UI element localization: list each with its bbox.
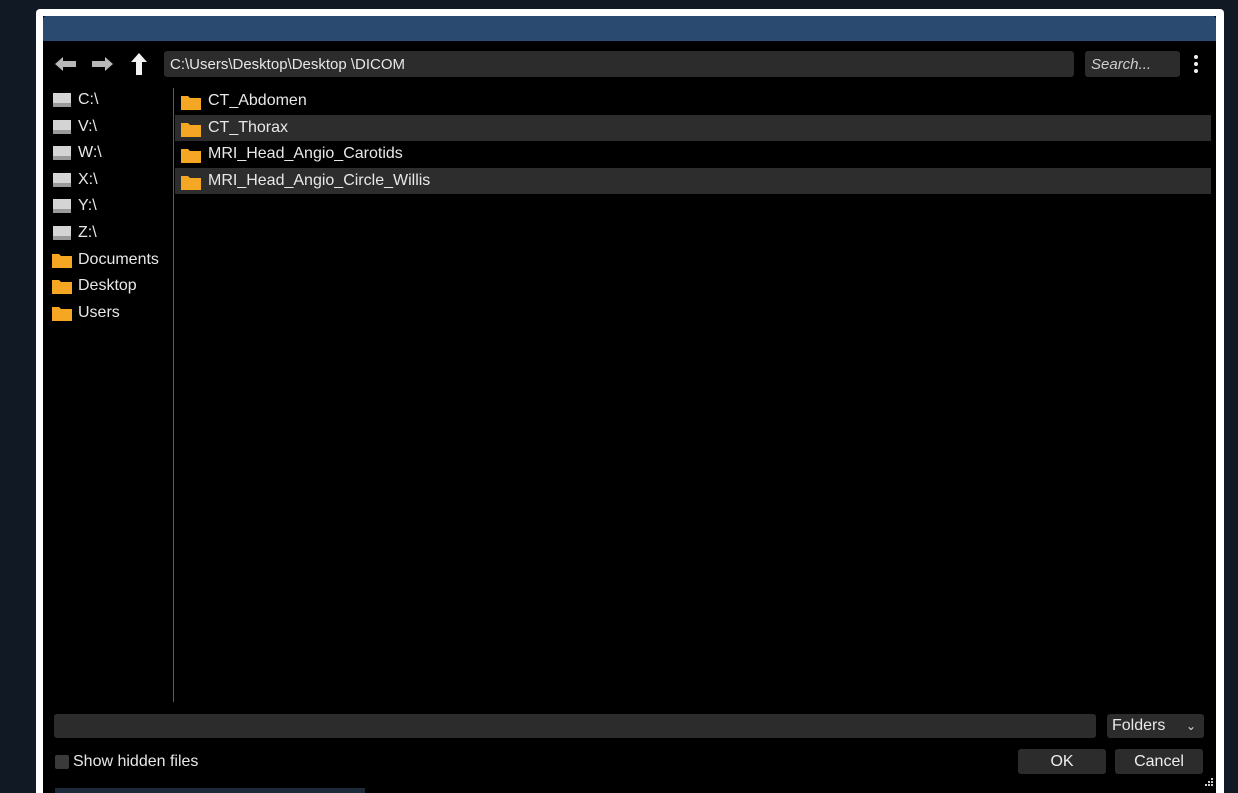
forward-arrow-icon[interactable] bbox=[90, 54, 114, 74]
sidebar-item-label: Z:\ bbox=[78, 224, 97, 241]
sidebar-item-label: C:\ bbox=[78, 91, 99, 108]
ok-button[interactable]: OK bbox=[1018, 749, 1106, 774]
sidebar-item-x-drive[interactable]: X:\ bbox=[52, 168, 172, 192]
sidebar-item-z-drive[interactable]: Z:\ bbox=[52, 221, 172, 245]
toolbar: C:\Users\Desktop\Desktop \DICOM bbox=[43, 50, 1216, 78]
drive-icon bbox=[52, 225, 72, 241]
cancel-button[interactable]: Cancel bbox=[1115, 749, 1203, 774]
pane-divider[interactable] bbox=[173, 88, 174, 702]
file-list: CT_Abdomen CT_Thorax MRI_Head_Angio_Caro… bbox=[175, 88, 1211, 700]
show-hidden-label[interactable]: Show hidden files bbox=[73, 751, 198, 773]
horizontal-scrollbar[interactable] bbox=[55, 788, 365, 793]
file-type-select[interactable]: Folders ⌄ bbox=[1107, 714, 1204, 738]
folder-icon bbox=[52, 278, 72, 295]
chevron-down-icon: ⌄ bbox=[1185, 719, 1196, 733]
file-row-mri-head-angio-carotids[interactable]: MRI_Head_Angio_Carotids bbox=[175, 141, 1211, 167]
sidebar-item-y-drive[interactable]: Y:\ bbox=[52, 194, 172, 218]
drive-icon bbox=[52, 198, 72, 214]
drive-icon bbox=[52, 145, 72, 161]
folder-icon bbox=[181, 120, 201, 137]
sidebar-item-users[interactable]: Users bbox=[52, 301, 172, 325]
sidebar-item-documents[interactable]: Documents bbox=[52, 248, 172, 272]
file-type-selected: Folders bbox=[1112, 717, 1166, 734]
file-name: MRI_Head_Angio_Carotids bbox=[208, 145, 403, 163]
kebab-menu-icon[interactable] bbox=[1189, 52, 1203, 76]
file-dialog: C:\Users\Desktop\Desktop \DICOM C:\ V:\ … bbox=[43, 16, 1216, 793]
file-row-ct-abdomen[interactable]: CT_Abdomen bbox=[175, 88, 1211, 114]
drive-icon bbox=[52, 119, 72, 135]
resize-grip-icon[interactable] bbox=[1202, 776, 1214, 788]
sidebar-item-label: W:\ bbox=[78, 144, 102, 162]
folder-icon bbox=[52, 252, 72, 268]
sidebar-item-label: Users bbox=[78, 303, 120, 321]
sidebar-item-c-drive[interactable]: C:\ bbox=[52, 88, 172, 112]
sidebar-item-label: X:\ bbox=[78, 170, 98, 188]
back-arrow-icon[interactable] bbox=[54, 54, 78, 74]
folder-icon bbox=[181, 146, 201, 164]
file-name: MRI_Head_Angio_Circle_Willis bbox=[208, 171, 431, 189]
sidebar-item-label: Y:\ bbox=[78, 197, 97, 215]
sidebar-item-w-drive[interactable]: W:\ bbox=[52, 141, 172, 165]
sidebar-item-label: Desktop bbox=[78, 277, 137, 295]
sidebar: C:\ V:\ W:\ X:\ Y:\ Z:\ Documents Deskto… bbox=[43, 88, 173, 700]
sidebar-item-desktop[interactable]: Desktop bbox=[52, 274, 172, 298]
folder-icon bbox=[181, 93, 201, 110]
sidebar-item-v-drive[interactable]: V:\ bbox=[52, 115, 172, 139]
filename-input[interactable] bbox=[54, 714, 1096, 738]
file-row-mri-head-angio-circle-willis[interactable]: MRI_Head_Angio_Circle_Willis bbox=[175, 167, 1211, 194]
folder-icon bbox=[52, 305, 72, 321]
folder-icon bbox=[181, 173, 201, 190]
drive-icon bbox=[52, 172, 72, 188]
sidebar-item-label: Documents bbox=[78, 250, 159, 268]
sidebar-item-label: V:\ bbox=[78, 117, 97, 135]
up-arrow-icon[interactable] bbox=[129, 52, 153, 76]
drive-icon bbox=[52, 92, 72, 108]
search-input[interactable] bbox=[1085, 51, 1180, 77]
path-field[interactable]: C:\Users\Desktop\Desktop \DICOM bbox=[164, 51, 1074, 77]
file-name: CT_Abdomen bbox=[208, 92, 307, 109]
file-name: CT_Thorax bbox=[208, 118, 289, 136]
dialog-titlebar[interactable] bbox=[43, 16, 1216, 41]
show-hidden-checkbox[interactable] bbox=[55, 755, 69, 769]
file-row-ct-thorax[interactable]: CT_Thorax bbox=[175, 114, 1211, 141]
